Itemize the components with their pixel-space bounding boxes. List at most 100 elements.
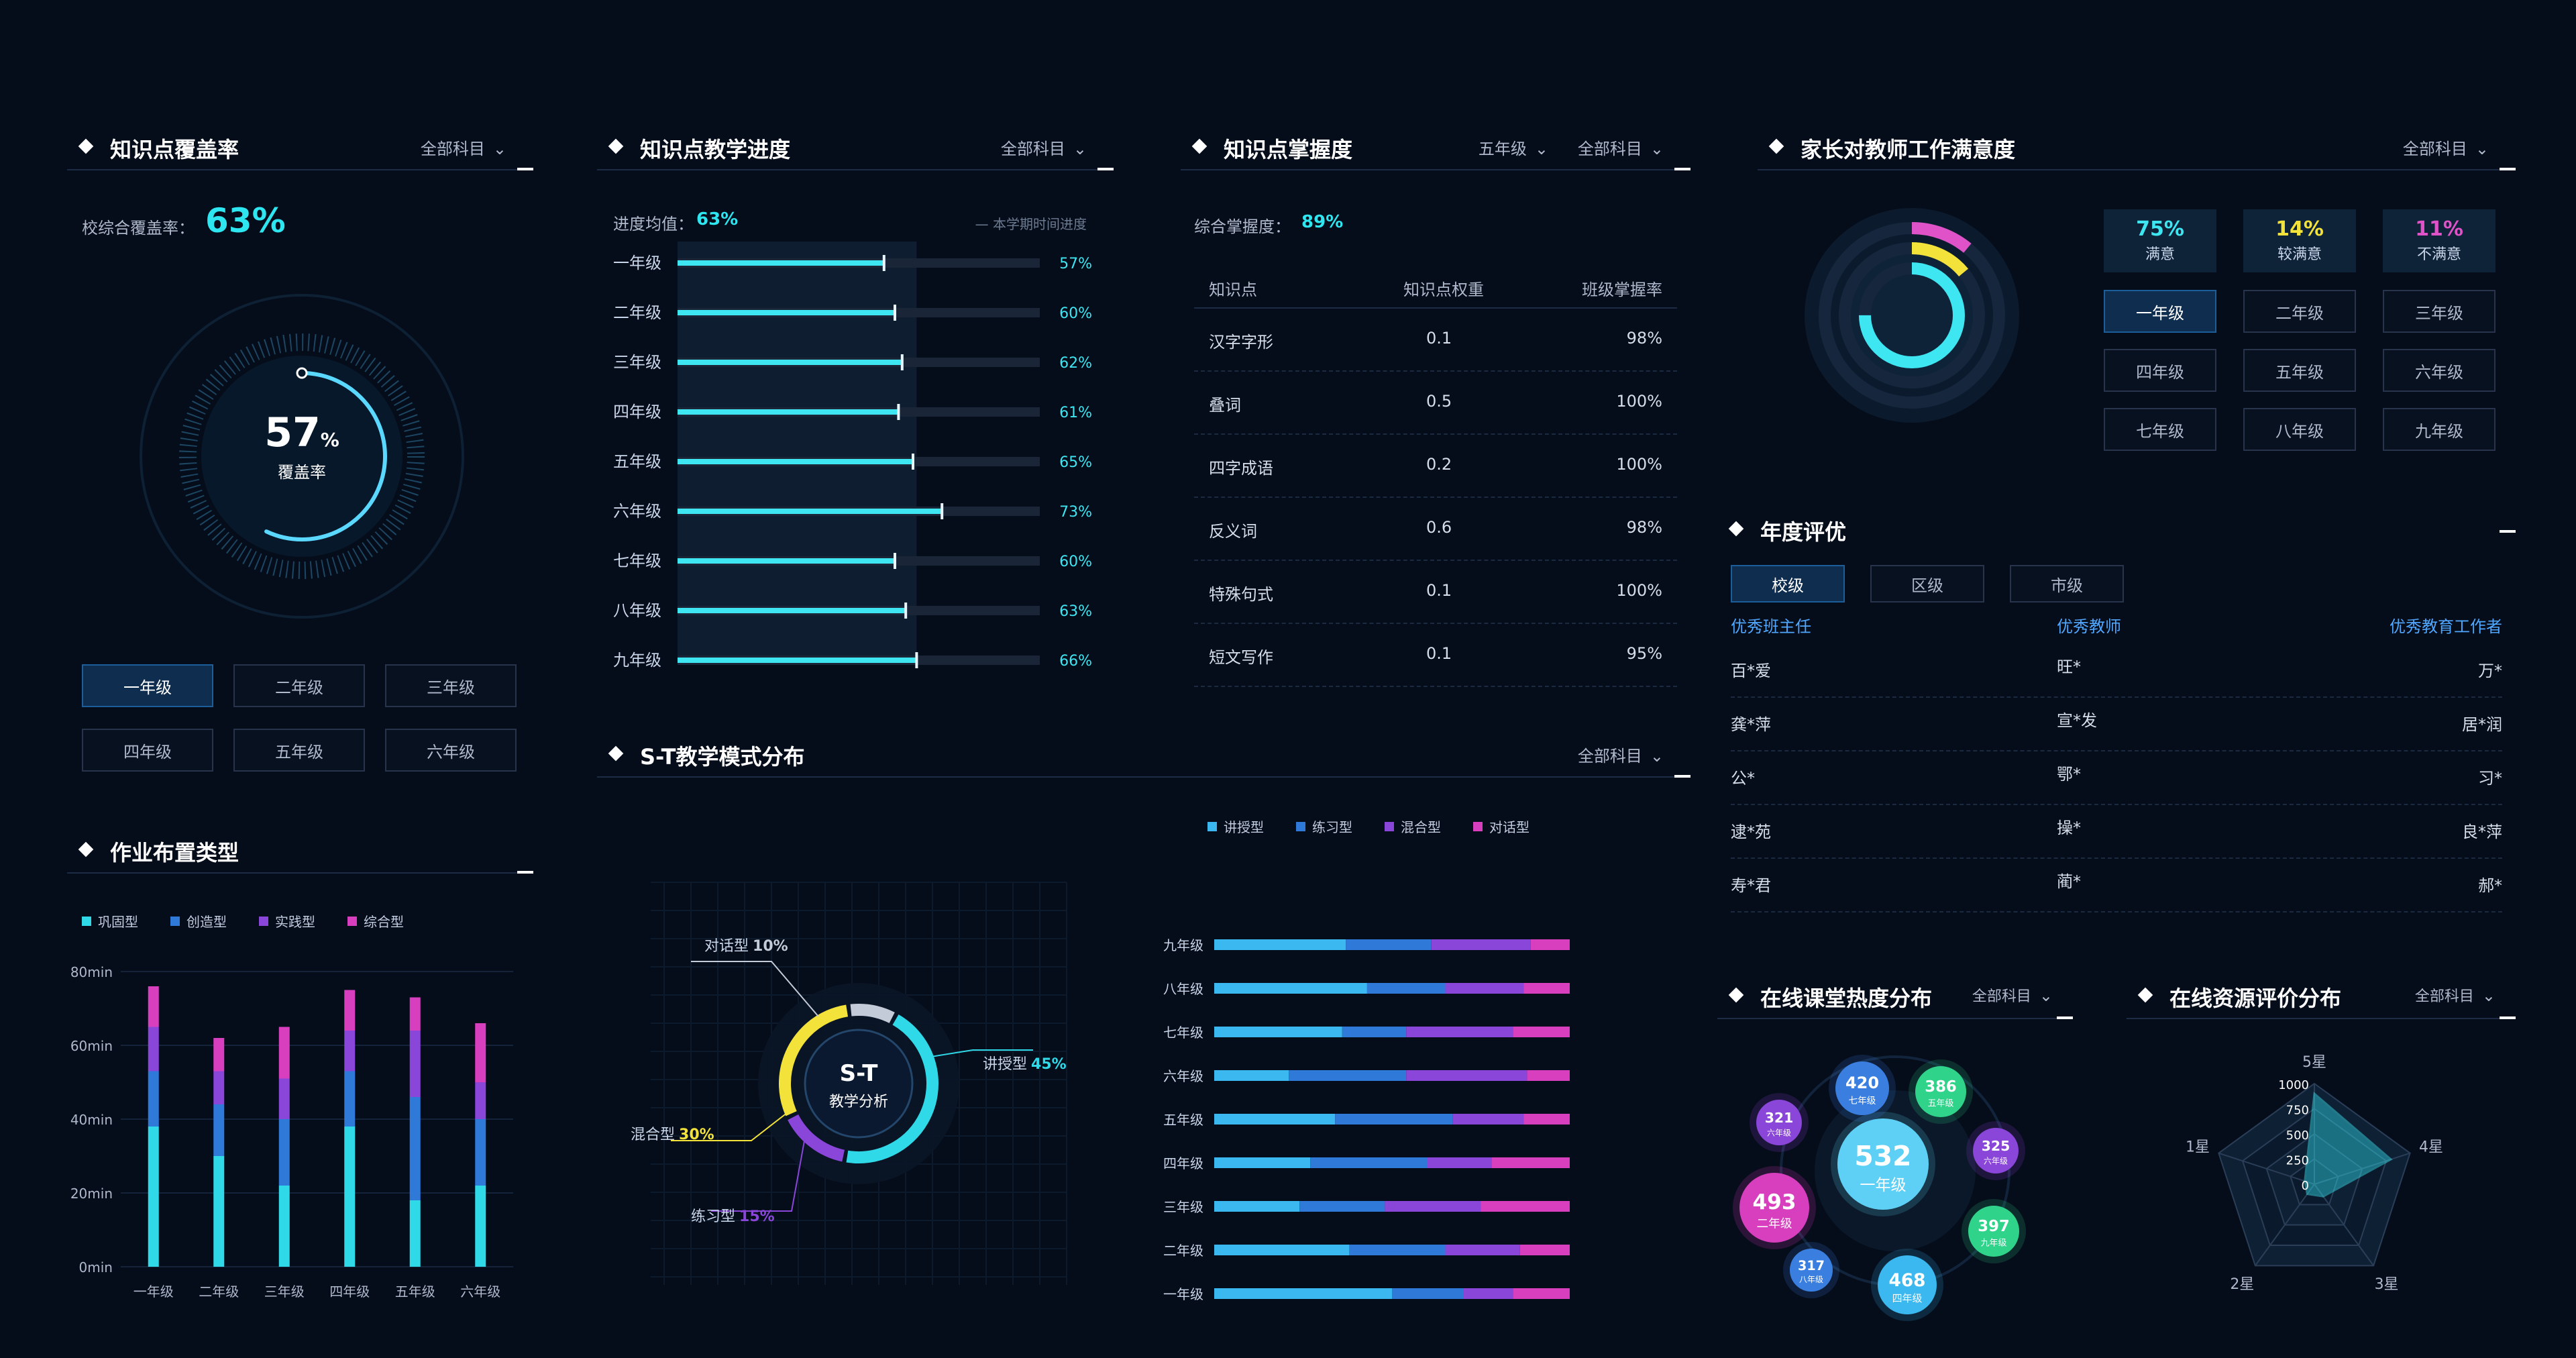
- minimize-mark[interactable]: [517, 168, 533, 170]
- progress-fill: [678, 459, 913, 464]
- bar-segment: [344, 1031, 356, 1072]
- legend-item[interactable]: 练习型: [1296, 817, 1352, 836]
- progress-value-label: 60%: [1059, 554, 1092, 570]
- cell-educator: 万*: [2478, 662, 2502, 680]
- bar-segment: [344, 1071, 356, 1127]
- grade-button[interactable]: 八年级: [2243, 408, 2356, 451]
- col-weight: 知识点权重: [1403, 280, 1484, 299]
- bubble-label: 九年级: [1981, 1239, 2007, 1249]
- bar-segment: [1214, 1201, 1300, 1212]
- donut-label-name: 混合型: [631, 1127, 675, 1143]
- table-row: 寿*君 蔺* 郝*: [1731, 859, 2502, 912]
- online-panel: 在线课堂热度分布 全部科目 532 一年级 420 七年级 386 五年级 321 六年级 32…: [1717, 976, 2073, 1352]
- bar-segment: [1530, 939, 1570, 950]
- grade-button[interactable]: 四年级: [82, 729, 213, 772]
- bubble-value: 317: [1798, 1258, 1825, 1273]
- progress-marker: [904, 603, 908, 619]
- legend-item[interactable]: 综合型: [347, 911, 404, 931]
- tab-city[interactable]: 市级: [2010, 565, 2124, 603]
- minimize-mark[interactable]: [517, 871, 533, 874]
- grade-button[interactable]: 一年级: [2104, 290, 2216, 333]
- bar-segment: [1428, 1157, 1492, 1168]
- legend-item[interactable]: 混合型: [1385, 817, 1441, 836]
- minimize-mark[interactable]: [1674, 775, 1690, 778]
- grade-button[interactable]: 九年级: [2383, 408, 2496, 451]
- bar-segment: [475, 1082, 486, 1119]
- grade-button[interactable]: 七年级: [2104, 408, 2216, 451]
- bar-segment: [1392, 1288, 1463, 1299]
- progress-marker: [900, 354, 904, 370]
- table-row: 反义词 0.6 98%: [1194, 498, 1677, 561]
- grade-button[interactable]: 三年级: [2383, 290, 2496, 333]
- bar-segment: [278, 1078, 290, 1119]
- col-rate: 班级掌握率: [1582, 280, 1662, 299]
- grade-button[interactable]: 四年级: [2104, 349, 2216, 392]
- st-mode-stacked-bars: 九年级八年级七年级六年级五年级四年级三年级二年级一年级: [1163, 937, 1570, 1302]
- progress-fill: [678, 608, 906, 613]
- subject-dropdown[interactable]: 全部科目: [2403, 136, 2489, 159]
- panel-title: 作业布置类型: [110, 840, 239, 866]
- term-progress-legend: — 本学期时间进度: [975, 216, 1087, 232]
- minimize-mark[interactable]: [2057, 1016, 2073, 1019]
- legend-item[interactable]: 创造型: [170, 911, 227, 931]
- bubble-label: 一年级: [1860, 1177, 1906, 1194]
- grade-button[interactable]: 六年级: [2383, 349, 2496, 392]
- diamond-icon: [608, 138, 624, 154]
- y-tick-label: 0min: [79, 1259, 113, 1275]
- panel-title: S-T教学模式分布: [640, 744, 805, 770]
- satisfaction-panel: 家长对教师工作满意度 全部科目 75% 满意 14% 较满意 11% 不满意 一年级二年级…: [1758, 127, 2516, 476]
- table-row: 短文写作 0.1 95%: [1194, 624, 1677, 687]
- legend-label: 综合型: [364, 914, 404, 930]
- progress-fill: [678, 260, 884, 266]
- grade-button[interactable]: 五年级: [2243, 349, 2356, 392]
- subject-dropdown[interactable]: 全部科目: [421, 136, 506, 159]
- school-coverage-label: 校综合覆盖率：: [82, 219, 195, 238]
- minimize-mark[interactable]: [2500, 530, 2516, 533]
- progress-marker: [894, 553, 896, 569]
- cell-teacher: 旺*: [2057, 658, 2081, 676]
- grade-button[interactable]: 六年级: [385, 729, 517, 772]
- radar-scale-label: 1000: [2278, 1078, 2309, 1092]
- legend-item[interactable]: 对话型: [1473, 817, 1529, 836]
- bar-segment: [1406, 1027, 1513, 1037]
- subject-dropdown[interactable]: 全部科目: [1578, 136, 1664, 159]
- donut-label-value: 45%: [1031, 1056, 1067, 1073]
- minimize-mark[interactable]: [2500, 168, 2516, 170]
- bar-segment: [475, 1023, 486, 1082]
- resource-radar-chart: 0 250 500 750 1000 5星 4星 3星 2星 1星: [2186, 1054, 2443, 1293]
- grade-button[interactable]: 三年级: [385, 664, 517, 707]
- homework-legend: 巩固型 创造型 实践型 综合型: [82, 911, 404, 931]
- subject-dropdown[interactable]: 全部科目: [1972, 984, 2053, 1006]
- legend-item[interactable]: 巩固型: [82, 911, 138, 931]
- stat-label: 较满意: [2277, 246, 2322, 263]
- tab-district[interactable]: 区级: [1870, 565, 1984, 603]
- progress-fill: [678, 409, 899, 415]
- bar-segment: [1523, 983, 1570, 994]
- ring-label: 覆盖率: [278, 463, 326, 482]
- grade-button[interactable]: 二年级: [233, 664, 365, 707]
- cell-weight: 0.6: [1426, 518, 1452, 537]
- legend-swatch: [1208, 821, 1217, 831]
- bar-segment: [1513, 1288, 1570, 1299]
- minimize-mark[interactable]: [1097, 168, 1114, 170]
- progress-value-label: 63%: [1059, 603, 1092, 620]
- legend-swatch: [82, 916, 91, 926]
- donut-label-name: 练习型: [691, 1208, 735, 1225]
- subject-dropdown[interactable]: 全部科目: [2415, 984, 2496, 1006]
- tab-school[interactable]: 校级: [1731, 565, 1845, 603]
- grade-button[interactable]: 二年级: [2243, 290, 2356, 333]
- minimize-mark[interactable]: [1674, 168, 1690, 170]
- legend-item[interactable]: 实践型: [259, 911, 315, 931]
- subject-dropdown[interactable]: 全部科目: [1578, 743, 1664, 766]
- grade-dropdown[interactable]: 五年级: [1479, 136, 1548, 159]
- stat-card: 11% 不满意: [2383, 209, 2496, 272]
- subject-dropdown[interactable]: 全部科目: [1001, 136, 1087, 159]
- grade-button[interactable]: 一年级: [82, 664, 213, 707]
- bubble-value: 532: [1854, 1140, 1911, 1172]
- minimize-mark[interactable]: [2500, 1016, 2516, 1019]
- cell-head-teacher: 公*: [1731, 769, 1755, 788]
- legend-item[interactable]: 讲授型: [1208, 817, 1264, 836]
- grade-button[interactable]: 五年级: [233, 729, 365, 772]
- progress-marker: [897, 404, 900, 420]
- bar-segment: [1463, 1288, 1513, 1299]
